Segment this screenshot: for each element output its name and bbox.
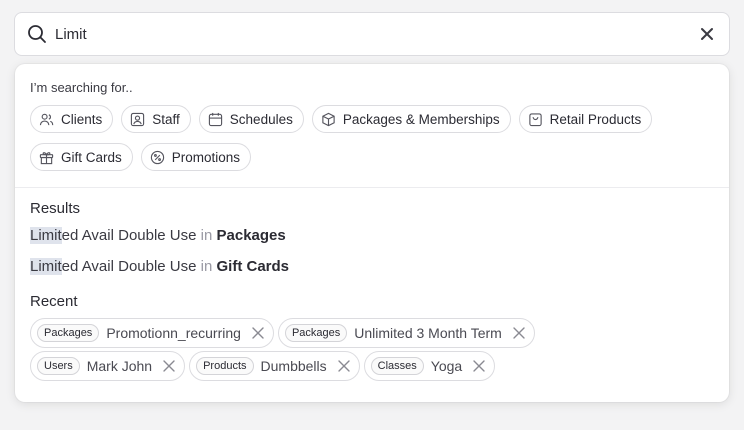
users-icon (39, 113, 54, 125)
result-match-highlight: Limit (30, 258, 62, 275)
filter-chip-row: Gift Cards Promotions (30, 143, 714, 171)
close-icon (337, 360, 350, 372)
recent-category-tag: Products (196, 357, 254, 375)
recent-search-chip[interactable]: Users Mark John (30, 351, 186, 381)
clear-search-button[interactable] (697, 24, 717, 44)
recent-search-label: Yoga (430, 358, 463, 374)
close-icon (163, 360, 175, 372)
recent-category-tag: Users (37, 357, 80, 375)
recent-search-chip[interactable]: Classes Yoga (363, 351, 496, 381)
result-match-highlight: Limit (30, 227, 62, 244)
remove-recent-button[interactable] (251, 326, 265, 340)
close-icon (513, 327, 525, 339)
filter-chip-label: Staff (152, 111, 180, 127)
recent-row: Users Mark John Products Dumbbells Class… (30, 351, 714, 381)
recent-search-label: Mark John (86, 358, 153, 374)
recent-search-label: Unlimited 3 Month Term (354, 325, 502, 341)
search-dropdown: I’m searching for.. Clients Staff Schedu… (15, 64, 729, 402)
result-name-rest: ed Avail Double Use (61, 227, 197, 244)
filter-chip-schedules[interactable]: Schedules (198, 105, 304, 133)
recent-heading: Recent (30, 293, 78, 310)
calendar-icon (208, 112, 222, 126)
result-connector: in (200, 227, 213, 244)
recent-category-tag: Packages (37, 324, 100, 342)
shopping-bag-icon (528, 112, 542, 126)
result-name-rest: ed Avail Double Use (61, 258, 197, 275)
result-category: Gift Cards (216, 258, 290, 275)
filter-chip-clients[interactable]: Clients (30, 105, 114, 133)
filter-chip-label: Schedules (229, 111, 293, 127)
remove-recent-button[interactable] (472, 359, 486, 373)
filter-chip-packages-memberships[interactable]: Packages & Memberships (311, 105, 511, 133)
recent-category-tag: Packages (284, 324, 348, 342)
filter-chip-label: Promotions (171, 149, 241, 165)
results-heading: Results (30, 200, 81, 217)
filter-section: I’m searching for.. Clients Staff Schedu… (15, 64, 729, 188)
filter-chip-promotions[interactable]: Promotions (140, 143, 252, 171)
recent-search-chip[interactable]: Packages Promotionn_recurring (30, 318, 274, 348)
result-connector: in (200, 258, 213, 275)
close-icon (701, 28, 713, 40)
search-input[interactable] (55, 13, 697, 55)
recent-search-label: Promotionn_recurring (106, 325, 241, 341)
filter-chip-gift-cards[interactable]: Gift Cards (30, 143, 133, 171)
close-icon (252, 327, 264, 339)
close-icon (473, 360, 485, 372)
remove-recent-button[interactable] (337, 359, 351, 373)
package-box-icon (322, 112, 335, 126)
gift-icon (39, 151, 54, 164)
recent-category-tag: Classes (370, 357, 424, 375)
search-bar (14, 12, 730, 56)
results-section: Results Limited Avail Double Use in Pack… (15, 188, 729, 287)
remove-recent-button[interactable] (162, 359, 176, 373)
remove-recent-button[interactable] (512, 326, 526, 340)
recent-section: Recent Packages Promotionn_recurring Pac… (15, 287, 729, 381)
recent-row: Packages Promotionn_recurring Packages U… (30, 318, 714, 348)
filter-chip-staff[interactable]: Staff (121, 105, 191, 133)
result-item[interactable]: Limited Avail Double Use in Packages (30, 225, 714, 256)
filter-chip-label: Clients (61, 111, 103, 127)
result-item[interactable]: Limited Avail Double Use in Gift Cards (30, 256, 714, 287)
result-category: Packages (216, 227, 286, 244)
filter-chip-label: Retail Products (549, 111, 642, 127)
search-icon (27, 24, 47, 44)
percent-badge-icon (150, 150, 164, 164)
recent-search-chip[interactable]: Products Dumbbells (189, 351, 360, 381)
filter-chip-row: Clients Staff Schedules Packages & Membe… (30, 105, 714, 133)
recent-search-chip[interactable]: Packages Unlimited 3 Month Term (277, 318, 535, 348)
filter-chip-label: Gift Cards (61, 149, 122, 165)
filter-chip-retail-products[interactable]: Retail Products (518, 105, 653, 133)
staff-badge-icon (131, 112, 145, 126)
recent-search-label: Dumbbells (260, 358, 327, 374)
filter-chip-label: Packages & Memberships (342, 111, 500, 127)
filter-hint: I’m searching for.. (30, 80, 133, 95)
